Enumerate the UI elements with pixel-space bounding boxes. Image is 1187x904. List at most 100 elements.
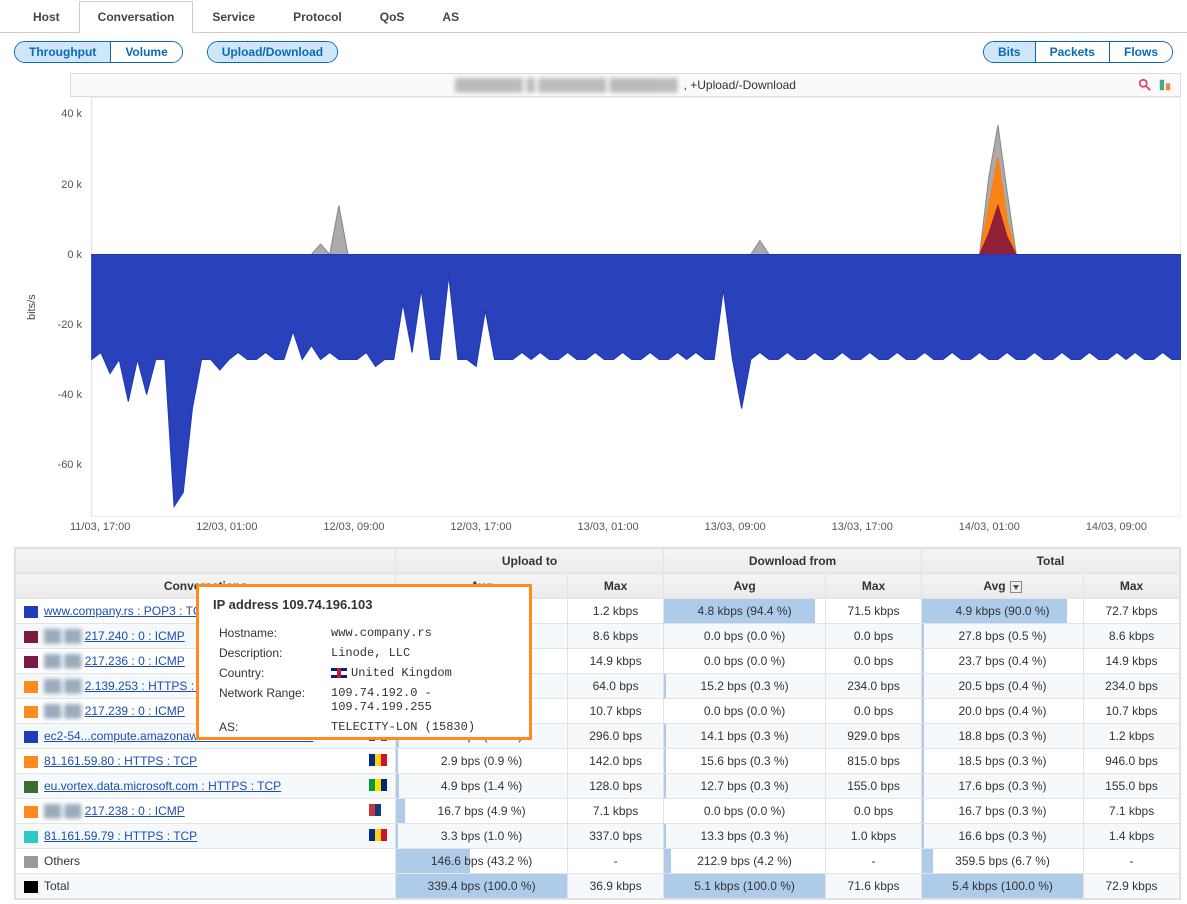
conversation-link[interactable]: www.company.rs : POP3 : TCP bbox=[44, 604, 210, 618]
metric-mode-group: ThroughputVolume bbox=[14, 41, 183, 63]
x-tick: 13/03, 09:00 bbox=[705, 521, 766, 533]
conversation-link: Total bbox=[44, 879, 69, 893]
unit-group: BitsPacketsFlows bbox=[983, 41, 1173, 63]
mode-throughput[interactable]: Throughput bbox=[15, 42, 110, 62]
x-tick: 14/03, 01:00 bbox=[959, 521, 1020, 533]
controls-row: ThroughputVolume Upload/Download BitsPac… bbox=[0, 33, 1187, 73]
export-icon[interactable] bbox=[1158, 78, 1172, 95]
table-row: ██.██.217.238 : 0 : ICMP16.7 bps (4.9 %)… bbox=[16, 799, 1180, 824]
uk-flag-icon bbox=[331, 668, 347, 678]
total-max: 1.2 kbps bbox=[1084, 724, 1180, 749]
download-max: - bbox=[826, 849, 922, 874]
x-tick: 14/03, 09:00 bbox=[1086, 521, 1147, 533]
y-tick: -20 k bbox=[58, 319, 82, 331]
unit-flows[interactable]: Flows bbox=[1109, 42, 1172, 62]
series-swatch bbox=[24, 781, 38, 793]
col-header-max[interactable]: Max bbox=[568, 574, 664, 599]
upload-max: 142.0 bps bbox=[568, 749, 664, 774]
upload-max: 7.1 kbps bbox=[568, 799, 664, 824]
tab-service[interactable]: Service bbox=[193, 1, 274, 33]
tab-protocol[interactable]: Protocol bbox=[274, 1, 361, 33]
download-avg: 0.0 bps (0.0 %) bbox=[664, 624, 826, 649]
download-max: 71.6 kbps bbox=[826, 874, 922, 899]
download-avg: 15.2 bps (0.3 %) bbox=[664, 674, 826, 699]
download-max: 234.0 bps bbox=[826, 674, 922, 699]
download-avg: 12.7 bps (0.3 %) bbox=[664, 774, 826, 799]
total-avg: 16.7 bps (0.3 %) bbox=[922, 799, 1084, 824]
col-header-avg[interactable]: Avg bbox=[922, 574, 1084, 599]
series-swatch bbox=[24, 656, 38, 668]
download-max: 0.0 bps bbox=[826, 799, 922, 824]
x-tick: 13/03, 01:00 bbox=[578, 521, 639, 533]
col-header-max[interactable]: Max bbox=[826, 574, 922, 599]
upload-avg: 146.6 bps (43.2 %) bbox=[396, 849, 568, 874]
series-swatch bbox=[24, 806, 38, 818]
x-tick: 13/03, 17:00 bbox=[832, 521, 893, 533]
table-row: Others146.6 bps (43.2 %)-212.9 bps (4.2 … bbox=[16, 849, 1180, 874]
download-max: 155.0 bps bbox=[826, 774, 922, 799]
total-max: 14.9 kbps bbox=[1084, 649, 1180, 674]
download-avg: 13.3 bps (0.3 %) bbox=[664, 824, 826, 849]
tooltip-value: www.company.rs bbox=[327, 624, 513, 642]
conversation-link[interactable]: 217.240 : 0 : ICMP bbox=[85, 629, 185, 643]
conversation-link[interactable]: eu.vortex.data.microsoft.com : HTTPS : T… bbox=[44, 779, 281, 793]
total-avg: 23.7 bps (0.4 %) bbox=[922, 649, 1084, 674]
tooltip-key: Country: bbox=[215, 664, 325, 682]
zoom-icon[interactable] bbox=[1138, 78, 1152, 95]
upload-max: 36.9 kbps bbox=[568, 874, 664, 899]
chart-plot[interactable]: 40 k20 k0 k-20 k-40 k-60 k bbox=[42, 97, 1181, 517]
country-flag-icon bbox=[369, 829, 387, 841]
download-avg: 212.9 bps (4.2 %) bbox=[664, 849, 826, 874]
tab-qos[interactable]: QoS bbox=[361, 1, 424, 33]
total-avg: 18.5 bps (0.3 %) bbox=[922, 749, 1084, 774]
table-row: ██.██.217.236 : 0 : ICMP7.0 %)14.9 kbps0… bbox=[16, 649, 1180, 674]
group-header bbox=[16, 549, 396, 574]
col-header-avg[interactable]: Avg bbox=[664, 574, 826, 599]
y-axis-label: bits/s bbox=[22, 97, 42, 517]
col-header-max[interactable]: Max bbox=[1084, 574, 1180, 599]
conversation-link[interactable]: 81.161.59.80 : HTTPS : TCP bbox=[44, 754, 197, 768]
conversations-table: Upload toDownload fromTotal Conversation… bbox=[15, 548, 1180, 899]
series-swatch bbox=[24, 731, 38, 743]
download-avg: 5.1 kbps (100.0 %) bbox=[664, 874, 826, 899]
conversation-link[interactable]: 81.161.59.79 : HTTPS : TCP bbox=[44, 829, 197, 843]
tooltip-value: 109.74.192.0 - 109.74.199.255 bbox=[327, 684, 513, 716]
download-avg: 0.0 bps (0.0 %) bbox=[664, 699, 826, 724]
total-avg: 18.8 bps (0.3 %) bbox=[922, 724, 1084, 749]
table-row: www.company.rs : POP3 : TCP4.6 %)1.2 kbp… bbox=[16, 599, 1180, 624]
upload-max: 14.9 kbps bbox=[568, 649, 664, 674]
upload-max: 296.0 bps bbox=[568, 724, 664, 749]
table-row: Total339.4 bps (100.0 %)36.9 kbps5.1 kbp… bbox=[16, 874, 1180, 899]
conversation-link[interactable]: 217.238 : 0 : ICMP bbox=[85, 804, 185, 818]
total-avg: 16.6 bps (0.3 %) bbox=[922, 824, 1084, 849]
unit-packets[interactable]: Packets bbox=[1035, 42, 1109, 62]
ip-tooltip: IP address 109.74.196.103 Hostname:www.c… bbox=[196, 584, 532, 740]
conversation-link[interactable]: 217.239 : 0 : ICMP bbox=[85, 704, 185, 718]
dir-uploaddownload[interactable]: Upload/Download bbox=[208, 42, 337, 62]
upload-max: 1.2 kbps bbox=[568, 599, 664, 624]
x-tick: 12/03, 09:00 bbox=[323, 521, 384, 533]
table-row: 81.161.59.79 : HTTPS : TCP3.3 bps (1.0 %… bbox=[16, 824, 1180, 849]
tab-as[interactable]: AS bbox=[423, 1, 478, 33]
upload-avg: 2.9 bps (0.9 %) bbox=[396, 749, 568, 774]
table-row: eu.vortex.data.microsoft.com : HTTPS : T… bbox=[16, 774, 1180, 799]
unit-bits[interactable]: Bits bbox=[984, 42, 1035, 62]
download-max: 815.0 bps bbox=[826, 749, 922, 774]
tab-conversation[interactable]: Conversation bbox=[79, 1, 194, 33]
tab-host[interactable]: Host bbox=[14, 1, 79, 33]
series-swatch bbox=[24, 831, 38, 843]
tooltip-value: United Kingdom bbox=[327, 664, 513, 682]
total-avg: 20.0 bps (0.4 %) bbox=[922, 699, 1084, 724]
group-header: Download from bbox=[664, 549, 922, 574]
x-tick: 12/03, 01:00 bbox=[196, 521, 257, 533]
table-row: ██.██.217.240 : 0 : ICMP3.2 %)8.6 kbps0.… bbox=[16, 624, 1180, 649]
upload-max: 128.0 bps bbox=[568, 774, 664, 799]
table-row: ec2-54...compute.amazonaws.com : HTTPS :… bbox=[16, 724, 1180, 749]
conversation-link[interactable]: 217.236 : 0 : ICMP bbox=[85, 654, 185, 668]
table-row: ██.██.2.139.253 : HTTPS : TCP.6 %)64.0 b… bbox=[16, 674, 1180, 699]
upload-max: - bbox=[568, 849, 664, 874]
total-max: 10.7 kbps bbox=[1084, 699, 1180, 724]
total-avg: 27.8 bps (0.5 %) bbox=[922, 624, 1084, 649]
download-avg: 14.1 bps (0.3 %) bbox=[664, 724, 826, 749]
mode-volume[interactable]: Volume bbox=[110, 42, 181, 62]
